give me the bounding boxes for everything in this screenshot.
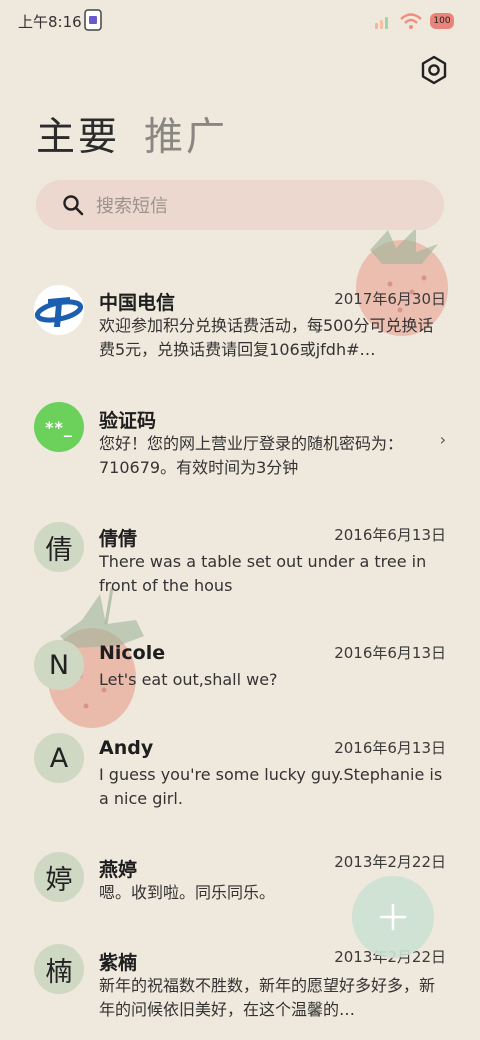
conversation-preview: 欢迎参加积分兑换话费活动，每500分可兑换话费5元，兑换话费请回复106或jfd… xyxy=(99,316,434,359)
avatar: 倩 xyxy=(34,522,84,572)
conversation-row[interactable]: **_ 验证码 › 您好！您的网上营业厅登录的随机密码为：710679。有效时间… xyxy=(0,386,480,486)
avatar: **_ xyxy=(34,402,84,452)
avatar: N xyxy=(34,640,84,690)
avatar: 婷 xyxy=(34,852,84,902)
conversation-preview: I guess you're some lucky guy.Stephanie … xyxy=(99,765,443,808)
conversation-name: Nicole xyxy=(99,642,166,664)
search-bar[interactable] xyxy=(36,180,444,232)
conversation-name: 紫楠 xyxy=(99,952,138,974)
conversation-name: Andy xyxy=(99,737,154,759)
avatar: 楠 xyxy=(34,944,84,994)
conversation-date: 2016年6月13日 xyxy=(334,526,446,544)
conversation-row[interactable]: A Andy 2016年6月13日 I guess you're some lu… xyxy=(0,717,480,817)
conversation-name: 倩倩 xyxy=(99,528,138,550)
new-message-button[interactable] xyxy=(352,876,434,958)
conversation-name: 燕婷 xyxy=(99,859,138,881)
tab-promotions[interactable]: 推广 xyxy=(144,114,228,162)
conversation-date: 2016年6月13日 xyxy=(334,739,446,757)
search-icon xyxy=(63,195,84,216)
wifi-icon xyxy=(400,13,422,29)
conversation-date: 2017年6月30日 xyxy=(334,290,446,308)
status-time: 上午8:16 xyxy=(18,13,82,31)
conversation-preview: 新年的祝福数不胜数，新年的愿望好多好多，新年的问候依旧美好，在这个温馨的… xyxy=(99,976,436,1019)
status-bar: 上午8:16 100 xyxy=(0,0,480,44)
avatar: A xyxy=(34,733,84,783)
settings-hexagon-icon[interactable] xyxy=(418,54,450,86)
china-telecom-avatar xyxy=(34,285,84,335)
status-icons: 100 xyxy=(374,10,454,32)
conversation-name: 验证码 xyxy=(99,410,157,432)
conversation-row[interactable]: 中国电信 2017年6月30日 欢迎参加积分兑换话费活动，每500分可兑换话费5… xyxy=(0,268,480,368)
conversation-preview: 您好！您的网上营业厅登录的随机密码为：710679。有效时间为3分钟 xyxy=(99,434,404,477)
conversation-date: 2013年2月22日 xyxy=(334,853,446,871)
conversation-preview: Let's eat out,shall we? xyxy=(99,670,278,689)
conversation-row[interactable]: N Nicole 2016年6月13日 Let's eat out,shall … xyxy=(0,622,480,702)
conversation-row[interactable]: 倩 倩倩 2016年6月13日 There was a table set ou… xyxy=(0,504,480,604)
signal-icon xyxy=(375,17,388,29)
plus-icon xyxy=(379,903,407,931)
sim-card-icon xyxy=(84,9,102,31)
china-telecom-logo-icon xyxy=(34,285,84,335)
battery-level: 100 xyxy=(433,16,451,26)
tab-bar: 主要 推广 xyxy=(36,114,228,162)
battery-icon: 100 xyxy=(430,13,454,29)
conversation-name: 中国电信 xyxy=(99,292,176,314)
search-input[interactable] xyxy=(94,180,428,232)
conversation-date: 2016年6月13日 xyxy=(334,644,446,662)
tab-primary[interactable]: 主要 xyxy=(36,114,120,162)
conversation-preview: There was a table set out under a tree i… xyxy=(99,552,427,595)
